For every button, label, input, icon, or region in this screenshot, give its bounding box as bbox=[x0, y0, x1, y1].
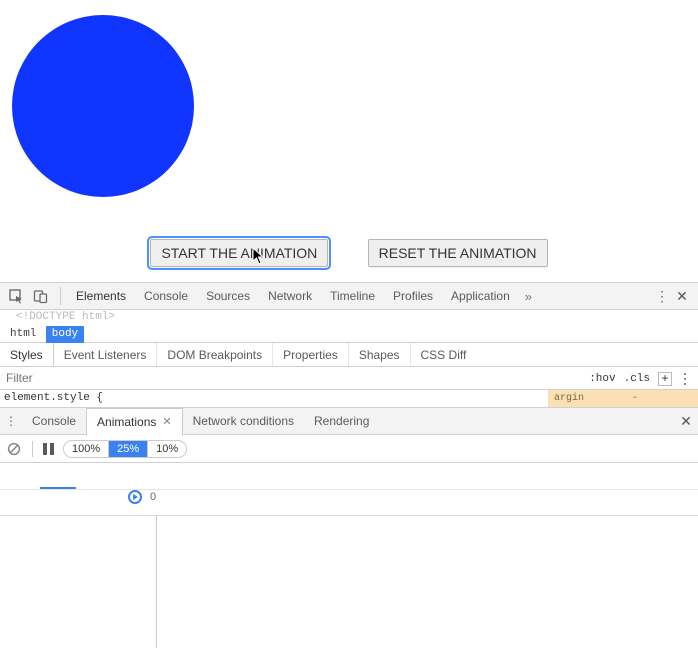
tab-timeline[interactable]: Timeline bbox=[321, 282, 384, 310]
playhead-time: 0 bbox=[150, 491, 156, 503]
speed-100[interactable]: 100% bbox=[64, 441, 108, 457]
animations-timeline[interactable]: 0 bbox=[0, 490, 698, 648]
speed-25[interactable]: 25% bbox=[108, 441, 147, 457]
animated-circle bbox=[12, 15, 194, 197]
devtools-toolbar: Elements Console Sources Network Timelin… bbox=[0, 282, 698, 310]
tabs-overflow-icon[interactable]: » bbox=[519, 289, 538, 304]
playhead-marker[interactable]: 0 bbox=[128, 490, 156, 504]
styles-filter-input[interactable] bbox=[0, 367, 300, 389]
inspect-element-icon[interactable] bbox=[6, 286, 26, 306]
dom-breadcrumbs: html body bbox=[0, 325, 698, 343]
button-row: START THE ANIMATION RESET THE ANIMATION bbox=[0, 239, 698, 267]
crumb-body[interactable]: body bbox=[46, 326, 84, 343]
close-tab-icon[interactable]: ✕ bbox=[162, 409, 171, 435]
drawer-tab-console[interactable]: Console bbox=[22, 408, 86, 435]
animations-scrub[interactable] bbox=[0, 463, 698, 490]
tab-profiles[interactable]: Profiles bbox=[384, 282, 442, 310]
reset-animation-button[interactable]: RESET THE ANIMATION bbox=[368, 239, 548, 267]
pause-icon[interactable] bbox=[43, 443, 57, 455]
drawer-close-icon[interactable]: ✕ bbox=[674, 413, 698, 430]
box-model-margin-chip: argin - bbox=[548, 390, 698, 407]
device-toggle-icon[interactable] bbox=[30, 286, 50, 306]
drawer-tabs: ⋮ Console Animations ✕ Network condition… bbox=[0, 407, 698, 435]
element-style-label: element.style { bbox=[4, 392, 103, 404]
controls-divider bbox=[32, 441, 33, 457]
subtab-dom-breakpoints[interactable]: DOM Breakpoints bbox=[157, 343, 273, 366]
styles-subtabs: Styles Event Listeners DOM Breakpoints P… bbox=[0, 343, 698, 367]
element-style-row[interactable]: element.style { argin - bbox=[0, 390, 698, 407]
tab-application[interactable]: Application bbox=[442, 282, 519, 310]
playhead-line bbox=[156, 515, 157, 648]
page-viewport: START THE ANIMATION RESET THE ANIMATION bbox=[0, 0, 698, 282]
clear-animations-icon[interactable] bbox=[6, 441, 22, 457]
devtools-menu-icon[interactable]: ⋮ bbox=[652, 288, 672, 305]
hov-toggle[interactable]: :hov bbox=[589, 373, 615, 385]
tab-elements[interactable]: Elements bbox=[67, 282, 135, 310]
animations-controls: 100% 25% 10% bbox=[0, 435, 698, 463]
doctype-line: <!DOCTYPE html> bbox=[0, 310, 698, 325]
play-icon[interactable] bbox=[128, 490, 142, 504]
subtab-css-diff[interactable]: CSS Diff bbox=[411, 343, 477, 366]
new-style-rule-icon[interactable]: + bbox=[658, 372, 672, 386]
drawer-menu-icon[interactable]: ⋮ bbox=[0, 414, 22, 428]
timeline-divider bbox=[0, 515, 698, 516]
toolbar-divider bbox=[60, 287, 61, 305]
drawer-tab-animations[interactable]: Animations ✕ bbox=[86, 408, 183, 436]
drawer-tab-network-conditions[interactable]: Network conditions bbox=[183, 408, 304, 435]
tab-console[interactable]: Console bbox=[135, 282, 197, 310]
drawer-tab-rendering[interactable]: Rendering bbox=[304, 408, 379, 435]
tab-network[interactable]: Network bbox=[259, 282, 321, 310]
speed-10[interactable]: 10% bbox=[147, 441, 186, 457]
playback-speed-pill: 100% 25% 10% bbox=[63, 440, 187, 458]
subtab-properties[interactable]: Properties bbox=[273, 343, 349, 366]
devtools-close-icon[interactable]: ✕ bbox=[672, 288, 692, 305]
subtab-event-listeners[interactable]: Event Listeners bbox=[54, 343, 158, 366]
cls-toggle[interactable]: .cls bbox=[624, 373, 650, 385]
crumb-html[interactable]: html bbox=[4, 326, 42, 343]
drag-handle-icon[interactable] bbox=[684, 373, 690, 385]
subtab-shapes[interactable]: Shapes bbox=[349, 343, 411, 366]
styles-filter-row: :hov .cls + bbox=[0, 367, 698, 390]
scrub-indicator bbox=[40, 487, 76, 489]
subtab-styles[interactable]: Styles bbox=[0, 343, 54, 366]
tab-sources[interactable]: Sources bbox=[197, 282, 259, 310]
start-animation-button[interactable]: START THE ANIMATION bbox=[150, 239, 328, 267]
